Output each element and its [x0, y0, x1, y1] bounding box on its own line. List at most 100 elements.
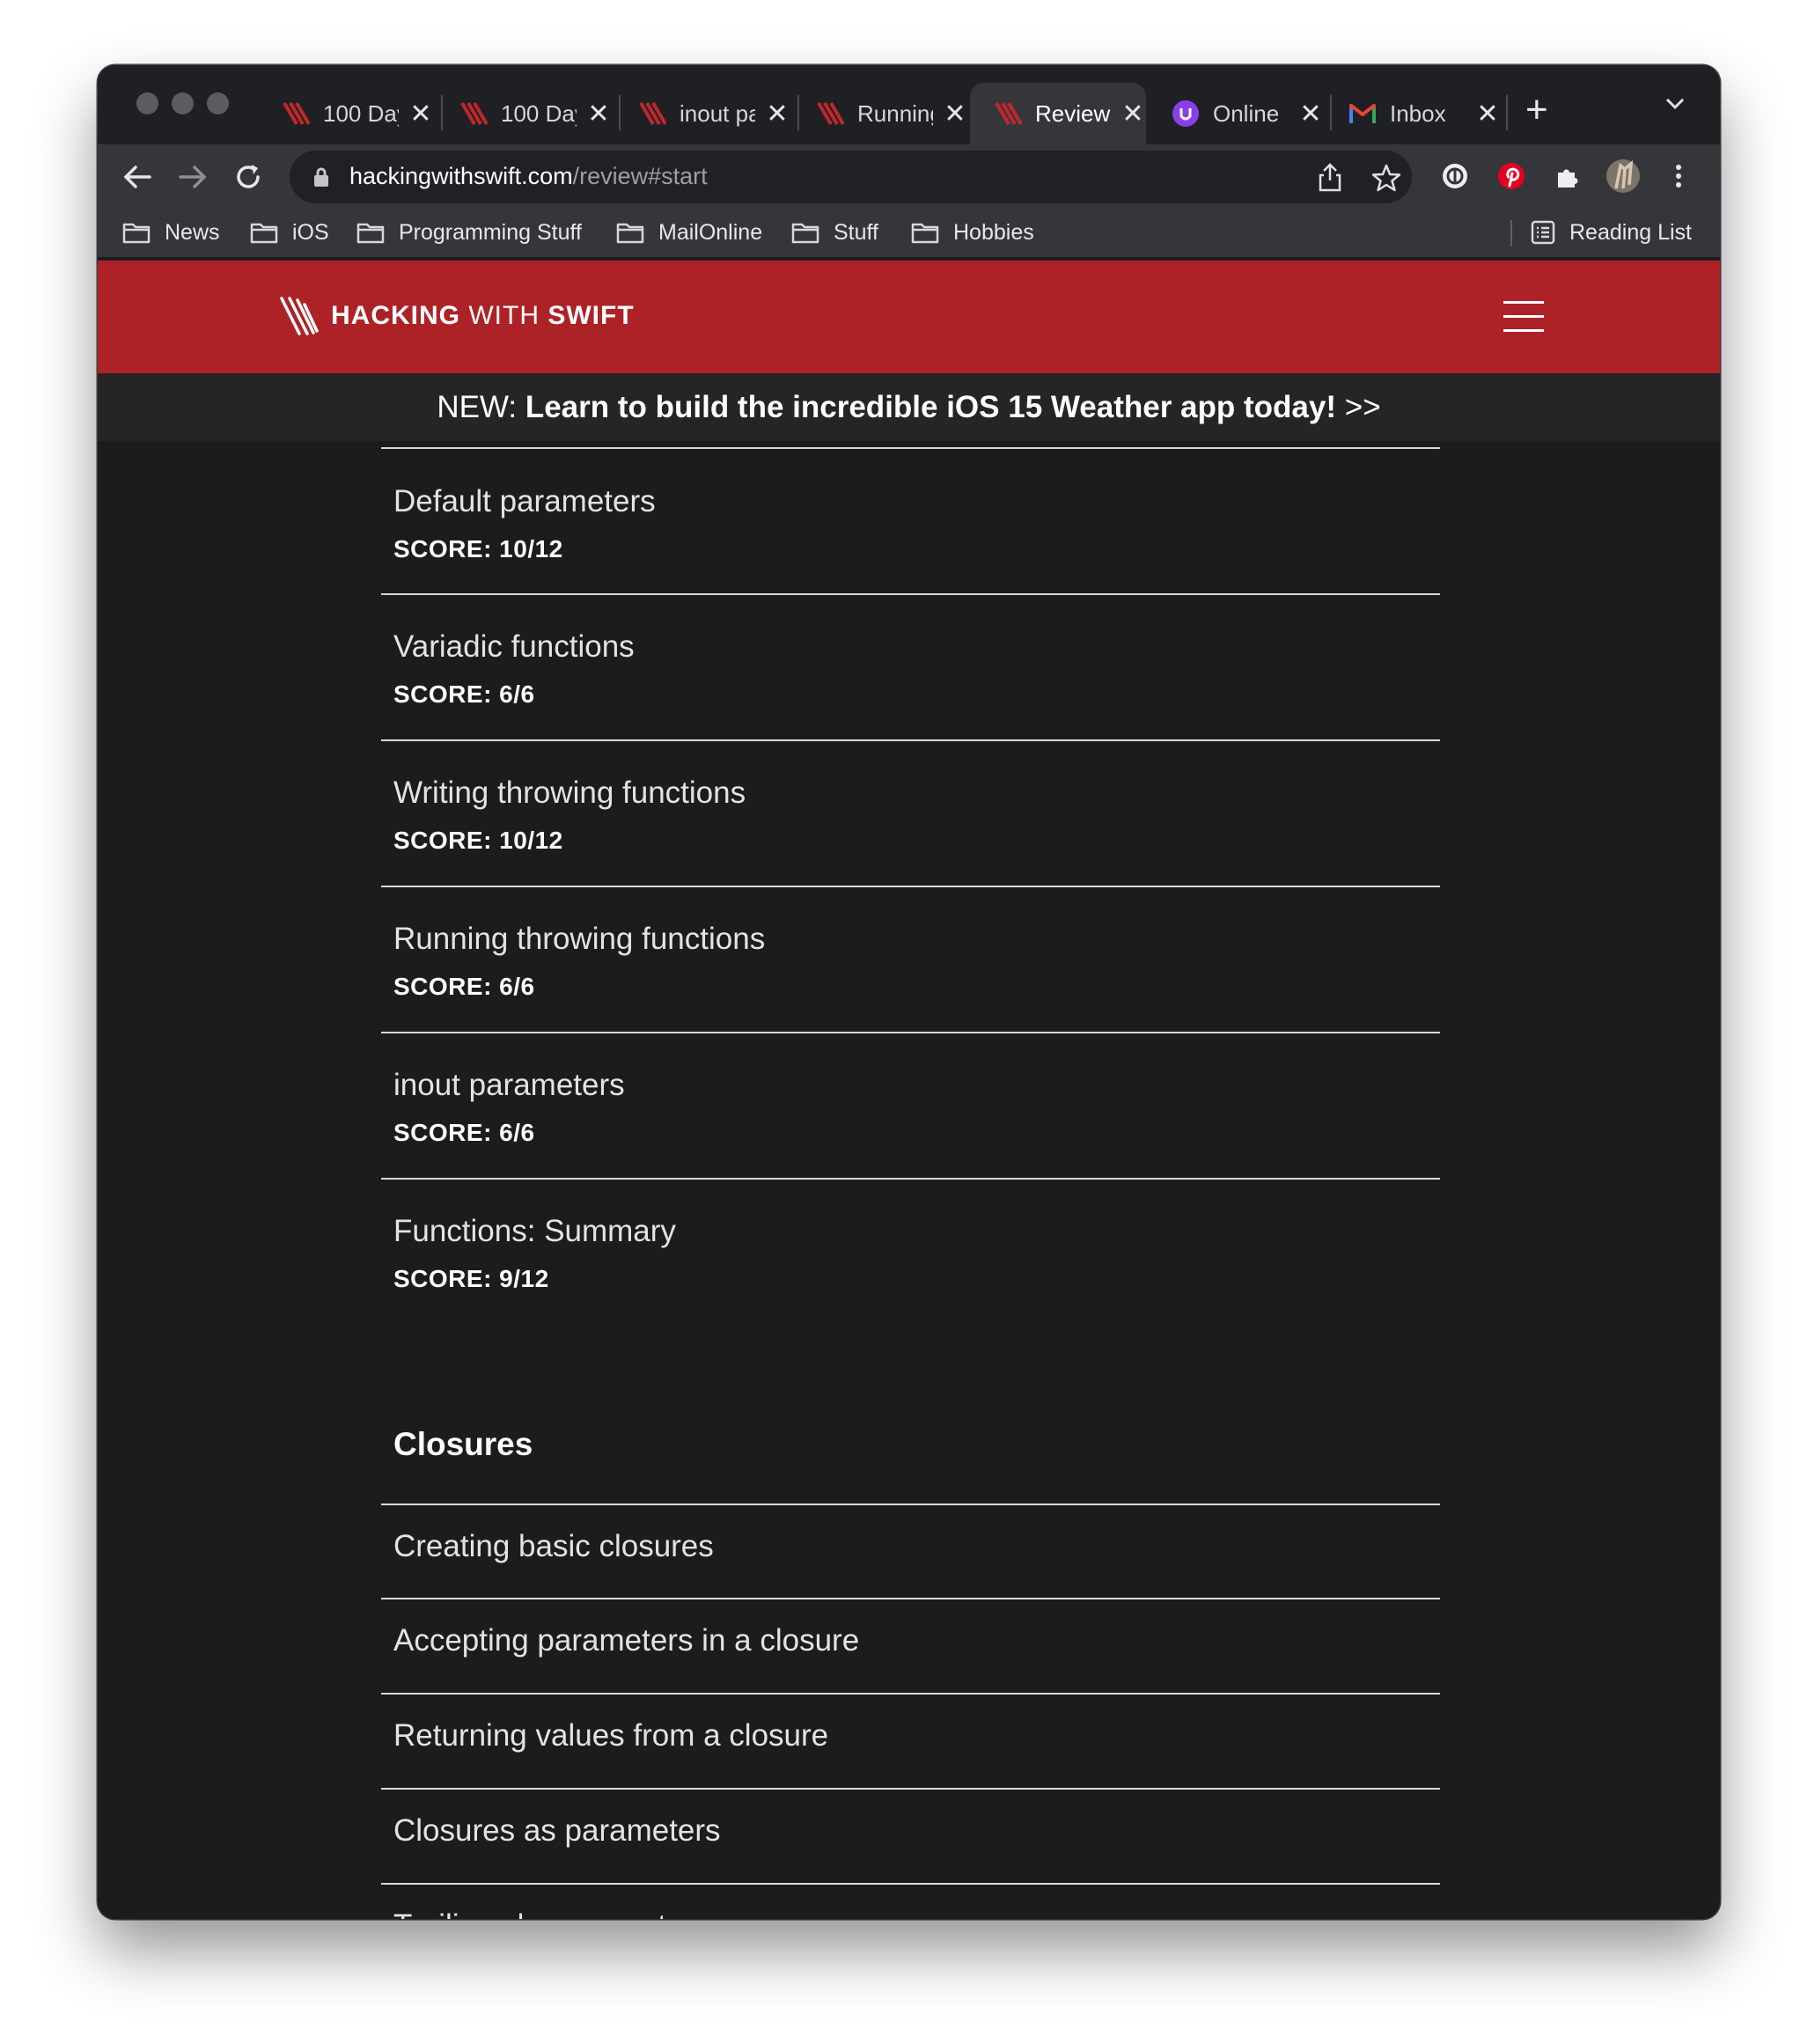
tab-close-icon[interactable]: ✕: [585, 99, 612, 129]
tab-title: 100 Days of SwiftUI: [323, 99, 399, 127]
pinterest-icon[interactable]: [1494, 158, 1529, 194]
item-score: SCORE: 9/12: [393, 1265, 549, 1292]
item-score: SCORE: 10/12: [393, 535, 563, 562]
bookmark-folder-ios[interactable]: iOS: [250, 217, 329, 248]
bookmarks-separator: [1510, 220, 1512, 246]
hws-logo-icon: [993, 99, 1023, 129]
hws-logo-icon: [815, 99, 845, 129]
browser-window: 100 Days of SwiftUI ✕ 100 Days of SwiftU…: [98, 65, 1720, 1919]
divider: [381, 1032, 1440, 1033]
tab-title: 100 Days of SwiftUI: [501, 99, 577, 127]
bookmarks-bar: News iOS Programming Stuff MailOnline St…: [98, 208, 1720, 257]
tab-close-icon[interactable]: ✕: [1297, 99, 1324, 129]
share-icon[interactable]: [1317, 163, 1343, 197]
section-heading-closures: Closures: [393, 1426, 533, 1462]
brand-with: WITH: [468, 301, 540, 330]
item-title: inout parameters: [393, 1068, 625, 1102]
list-item[interactable]: Closures as parameters: [393, 1813, 721, 1849]
bookmark-label: News: [165, 219, 220, 245]
url-text: hackingwithswift.com/review#start: [349, 163, 708, 190]
bookmark-folder-hobbies[interactable]: Hobbies: [911, 217, 1034, 248]
extensions-puzzle-icon[interactable]: [1550, 158, 1585, 194]
item-score: SCORE: 6/6: [393, 1119, 535, 1146]
tab-close-icon[interactable]: ✕: [942, 99, 968, 129]
brand-hacking: HACKING: [331, 301, 460, 330]
tab-100-days-2[interactable]: 100 Days of SwiftUI ✕: [436, 83, 612, 144]
brand-swift: SWIFT: [547, 301, 635, 330]
item-score: SCORE: 6/6: [393, 973, 535, 1000]
tab-online[interactable]: Online ✕: [1148, 83, 1324, 144]
tab-title: Inbox: [1390, 99, 1446, 127]
back-arrow-icon[interactable]: [121, 160, 154, 194]
bookmark-star-icon[interactable]: [1371, 163, 1401, 197]
folder-icon: [616, 223, 644, 244]
tab-review[interactable]: Review ✕: [970, 83, 1146, 144]
divider: [381, 739, 1440, 741]
divider: [381, 593, 1440, 595]
bookmark-folder-programming-stuff[interactable]: Programming Stuff: [356, 217, 582, 248]
forward-arrow-icon[interactable]: [176, 160, 209, 194]
divider: [381, 1178, 1440, 1180]
tab-100-days-1[interactable]: 100 Days of SwiftUI ✕: [258, 83, 434, 144]
divider: [381, 1788, 1440, 1790]
lock-icon[interactable]: [312, 166, 330, 192]
folder-icon: [791, 223, 819, 244]
hws-logo-icon: [280, 297, 319, 335]
reload-icon[interactable]: [231, 160, 265, 194]
tab-title: inout parameters: [680, 99, 755, 127]
divider: [381, 1598, 1440, 1599]
tab-running[interactable]: Running throwing functions ✕: [792, 83, 968, 144]
window-minimize-button[interactable]: [172, 92, 194, 114]
extension-icon[interactable]: [1437, 158, 1473, 194]
list-item[interactable]: Creating basic closures: [393, 1529, 714, 1564]
window-close-button[interactable]: [136, 92, 158, 114]
tab-close-icon[interactable]: ✕: [1120, 99, 1146, 129]
browser-menu-icon[interactable]: [1661, 158, 1696, 194]
item-title: Default parameters: [393, 484, 656, 518]
list-item[interactable]: Accepting parameters in a closure: [393, 1623, 859, 1658]
unicorn-icon: [1171, 99, 1201, 129]
divider: [381, 447, 1440, 449]
folder-icon: [122, 223, 151, 244]
tab-close-icon[interactable]: ✕: [764, 99, 790, 129]
window-zoom-button[interactable]: [207, 92, 229, 114]
url-host: hackingwithswift.com: [349, 163, 573, 189]
bookmark-label: Programming Stuff: [399, 219, 582, 245]
new-tab-button[interactable]: +: [1525, 88, 1548, 132]
tab-close-icon[interactable]: ✕: [1474, 99, 1501, 129]
divider: [381, 1693, 1440, 1695]
site-logo[interactable]: HACKING WITH SWIFT: [278, 296, 635, 336]
banner-prefix: NEW:: [437, 390, 518, 424]
tab-title: Online: [1213, 99, 1280, 127]
address-bar[interactable]: hackingwithswift.com/review#start: [290, 151, 1412, 203]
reading-list-label: Reading List: [1569, 219, 1692, 245]
item-score: SCORE: 10/12: [393, 827, 563, 854]
list-item[interactable]: Trailing closure syntax: [393, 1908, 699, 1919]
tab-strip: 100 Days of SwiftUI ✕ 100 Days of SwiftU…: [98, 65, 1720, 144]
site-header: HACKING WITH SWIFT: [98, 261, 1720, 373]
divider: [381, 1883, 1440, 1885]
bookmark-folder-stuff[interactable]: Stuff: [791, 217, 878, 248]
hws-logo-icon: [281, 99, 311, 129]
item-title: Variadic functions: [393, 629, 635, 664]
url-path: /review#start: [572, 163, 708, 189]
tab-search-chevron-icon[interactable]: [1664, 97, 1686, 115]
bookmark-folder-mailonline[interactable]: MailOnline: [616, 217, 762, 248]
tab-inbox[interactable]: Inbox ✕: [1325, 83, 1501, 144]
tab-title: Running throwing functions: [857, 99, 933, 127]
bookmark-label: iOS: [292, 219, 329, 245]
item-title: Functions: Summary: [393, 1214, 676, 1248]
reading-list-button[interactable]: Reading List: [1531, 217, 1692, 248]
hamburger-menu-icon[interactable]: [1503, 299, 1544, 335]
tab-close-icon[interactable]: ✕: [408, 99, 434, 129]
reading-list-icon: [1531, 220, 1555, 245]
bookmark-label: MailOnline: [658, 219, 763, 245]
promo-banner[interactable]: NEW: Learn to build the incredible iOS 1…: [98, 373, 1720, 441]
divider: [381, 886, 1440, 887]
folder-icon: [250, 223, 278, 244]
tab-inout[interactable]: inout parameters ✕: [614, 83, 790, 144]
bookmark-folder-news[interactable]: News: [122, 217, 220, 248]
profile-avatar[interactable]: [1606, 158, 1641, 194]
item-score: SCORE: 6/6: [393, 680, 535, 708]
list-item[interactable]: Returning values from a closure: [393, 1718, 828, 1754]
